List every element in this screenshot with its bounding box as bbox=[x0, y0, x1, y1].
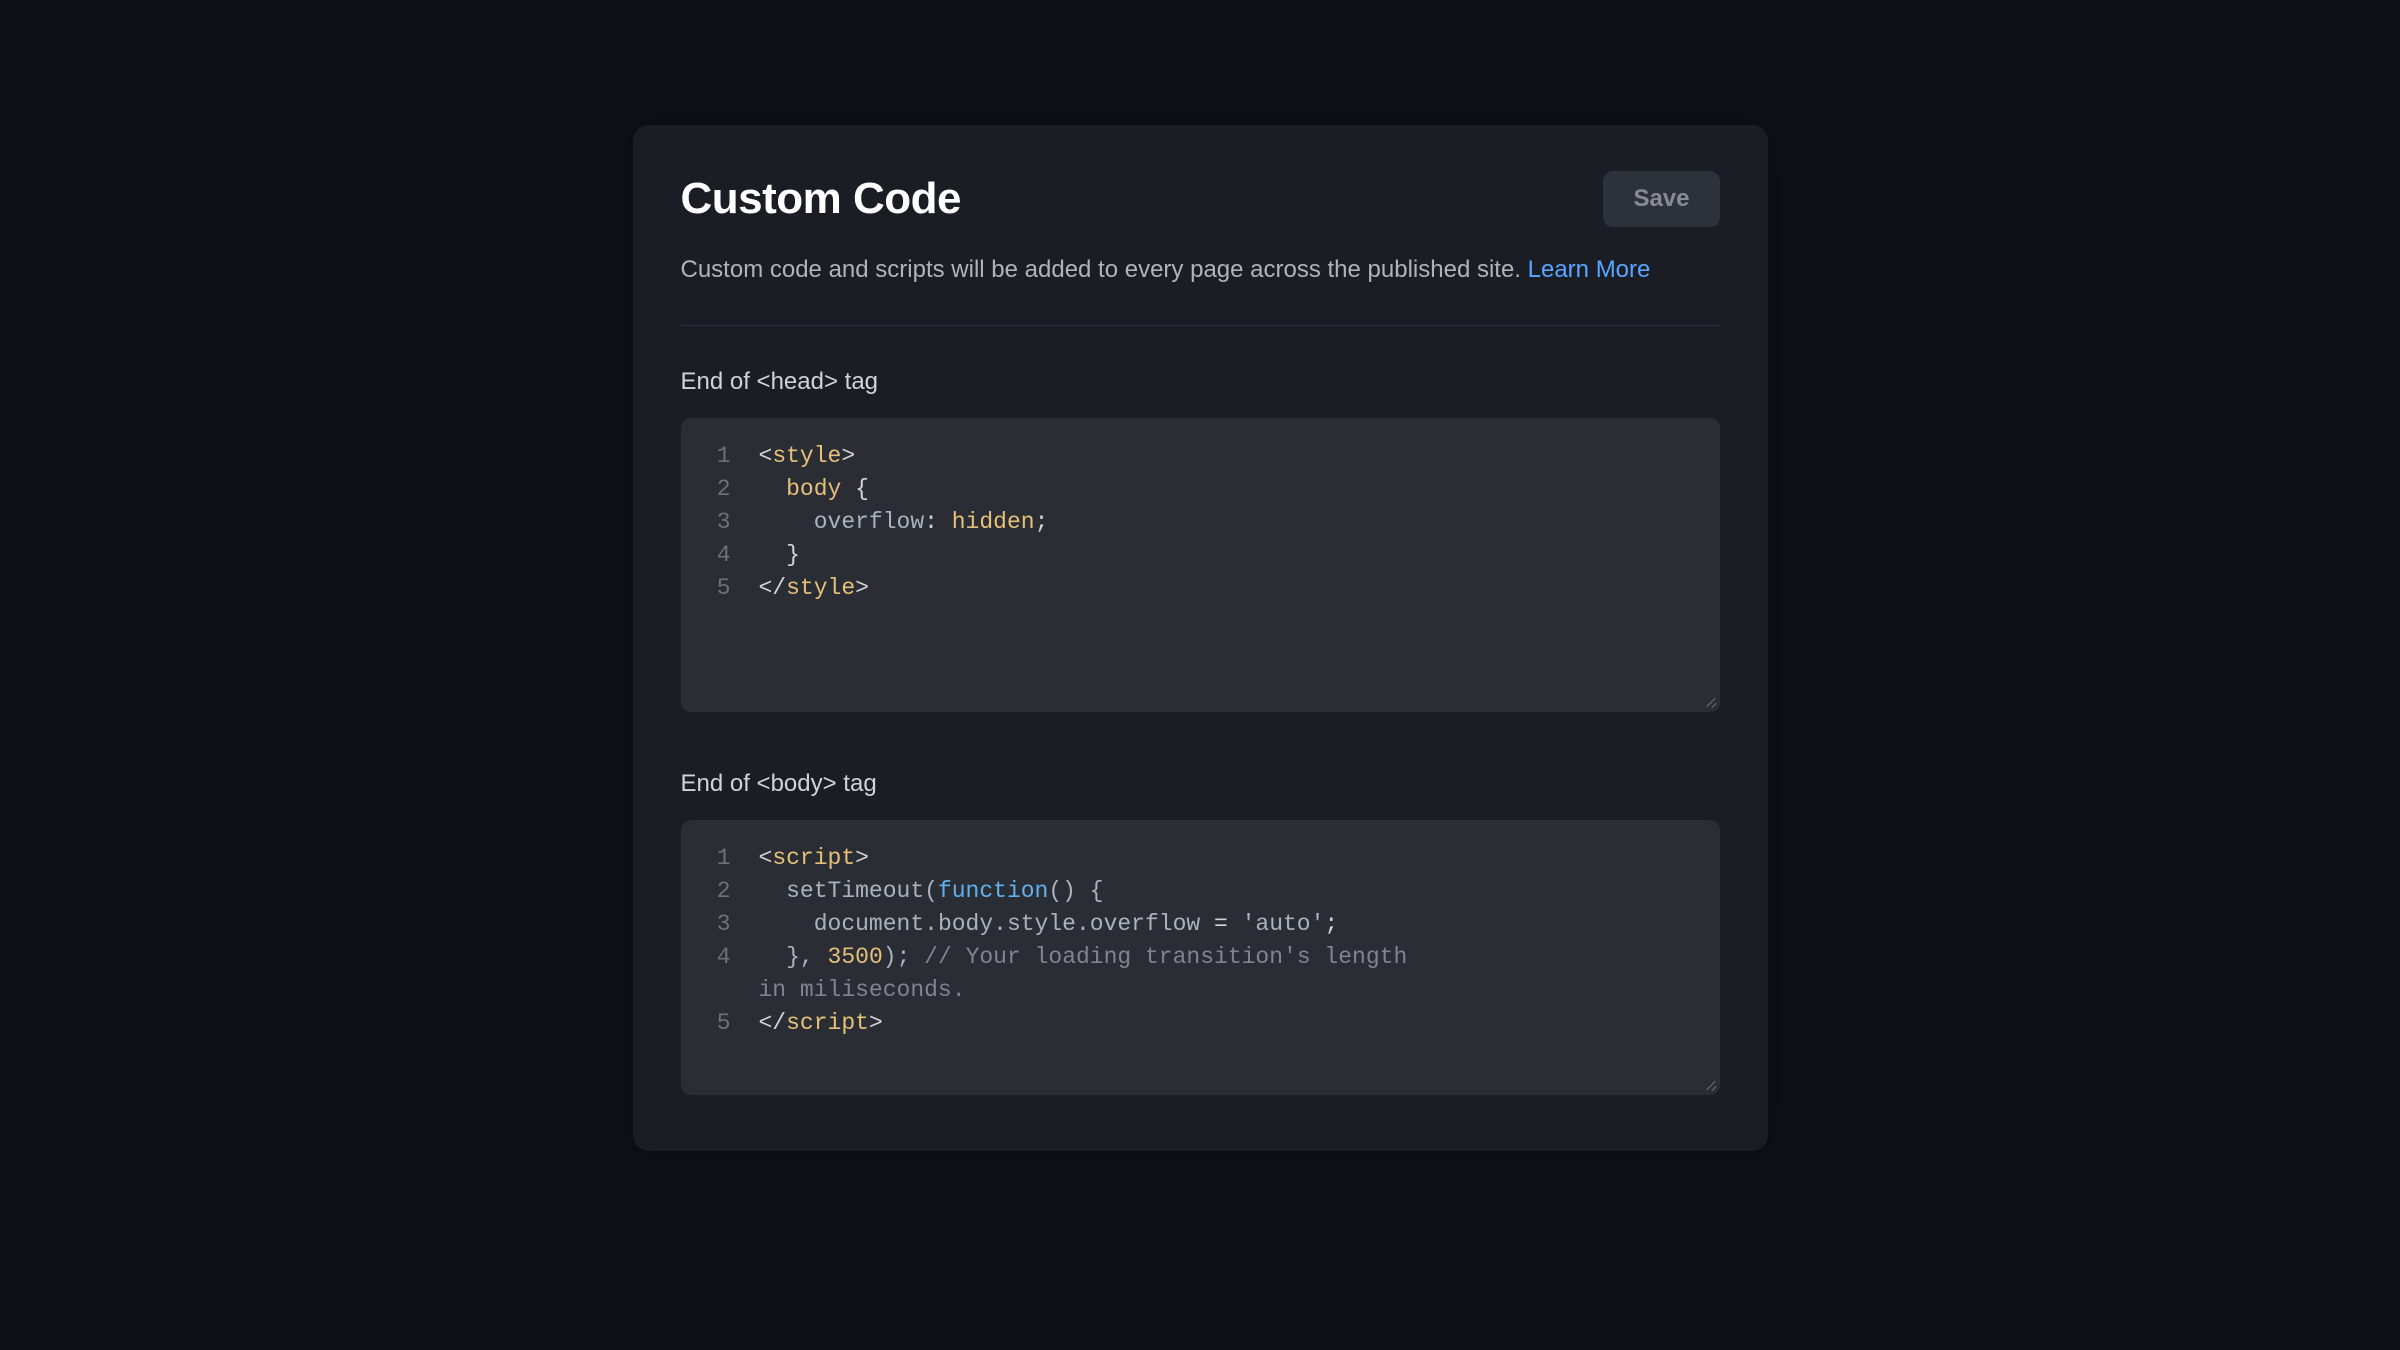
line-number: 3 bbox=[681, 506, 759, 539]
line-number: 4 bbox=[681, 539, 759, 572]
divider bbox=[681, 325, 1720, 326]
resize-handle-icon[interactable] bbox=[1702, 1077, 1716, 1091]
line-content: overflow: hidden; bbox=[759, 506, 1720, 539]
line-content: </style> bbox=[759, 572, 1720, 605]
line-number: 1 bbox=[681, 440, 759, 473]
line-number: 1 bbox=[681, 842, 759, 875]
description-text: Custom code and scripts will be added to… bbox=[681, 256, 1528, 283]
body-section-label: End of <body> tag bbox=[681, 770, 1720, 798]
code-line: 3 overflow: hidden; bbox=[681, 506, 1720, 539]
line-content: setTimeout(function() { bbox=[759, 875, 1720, 908]
line-number: 4 bbox=[681, 941, 759, 974]
line-number: 2 bbox=[681, 473, 759, 506]
page-description: Custom code and scripts will be added to… bbox=[681, 253, 1720, 287]
save-button[interactable]: Save bbox=[1603, 171, 1719, 227]
code-line: 4 } bbox=[681, 539, 1720, 572]
code-line: 1<script> bbox=[681, 842, 1720, 875]
page-title: Custom Code bbox=[681, 174, 962, 224]
line-number: 3 bbox=[681, 908, 759, 941]
code-line: 2 setTimeout(function() { bbox=[681, 875, 1720, 908]
line-number: 5 bbox=[681, 572, 759, 605]
line-content: }, 3500); // Your loading transition's l… bbox=[759, 941, 1720, 974]
line-content: </script> bbox=[759, 1007, 1720, 1040]
custom-code-panel: Custom Code Save Custom code and scripts… bbox=[633, 125, 1768, 1151]
code-line: 5</script> bbox=[681, 1007, 1720, 1040]
line-number: 2 bbox=[681, 875, 759, 908]
code-line-wrap: in miliseconds. bbox=[681, 974, 1720, 1007]
body-code-editor[interactable]: 1<script>2 setTimeout(function() {3 docu… bbox=[681, 820, 1720, 1095]
code-line: 3 document.body.style.overflow = 'auto'; bbox=[681, 908, 1720, 941]
line-content: document.body.style.overflow = 'auto'; bbox=[759, 908, 1720, 941]
line-number: 5 bbox=[681, 1007, 759, 1040]
learn-more-link[interactable]: Learn More bbox=[1528, 256, 1651, 283]
head-section-label: End of <head> tag bbox=[681, 368, 1720, 396]
line-content: body { bbox=[759, 473, 1720, 506]
code-line: 1<style> bbox=[681, 440, 1720, 473]
line-content: <script> bbox=[759, 842, 1720, 875]
code-line: 5</style> bbox=[681, 572, 1720, 605]
line-content: } bbox=[759, 539, 1720, 572]
resize-handle-icon[interactable] bbox=[1702, 694, 1716, 708]
header-row: Custom Code Save bbox=[681, 171, 1720, 227]
line-content: <style> bbox=[759, 440, 1720, 473]
head-code-editor[interactable]: 1<style>2 body {3 overflow: hidden;4 }5<… bbox=[681, 418, 1720, 712]
code-line: 4 }, 3500); // Your loading transition's… bbox=[681, 941, 1720, 974]
code-line: 2 body { bbox=[681, 473, 1720, 506]
